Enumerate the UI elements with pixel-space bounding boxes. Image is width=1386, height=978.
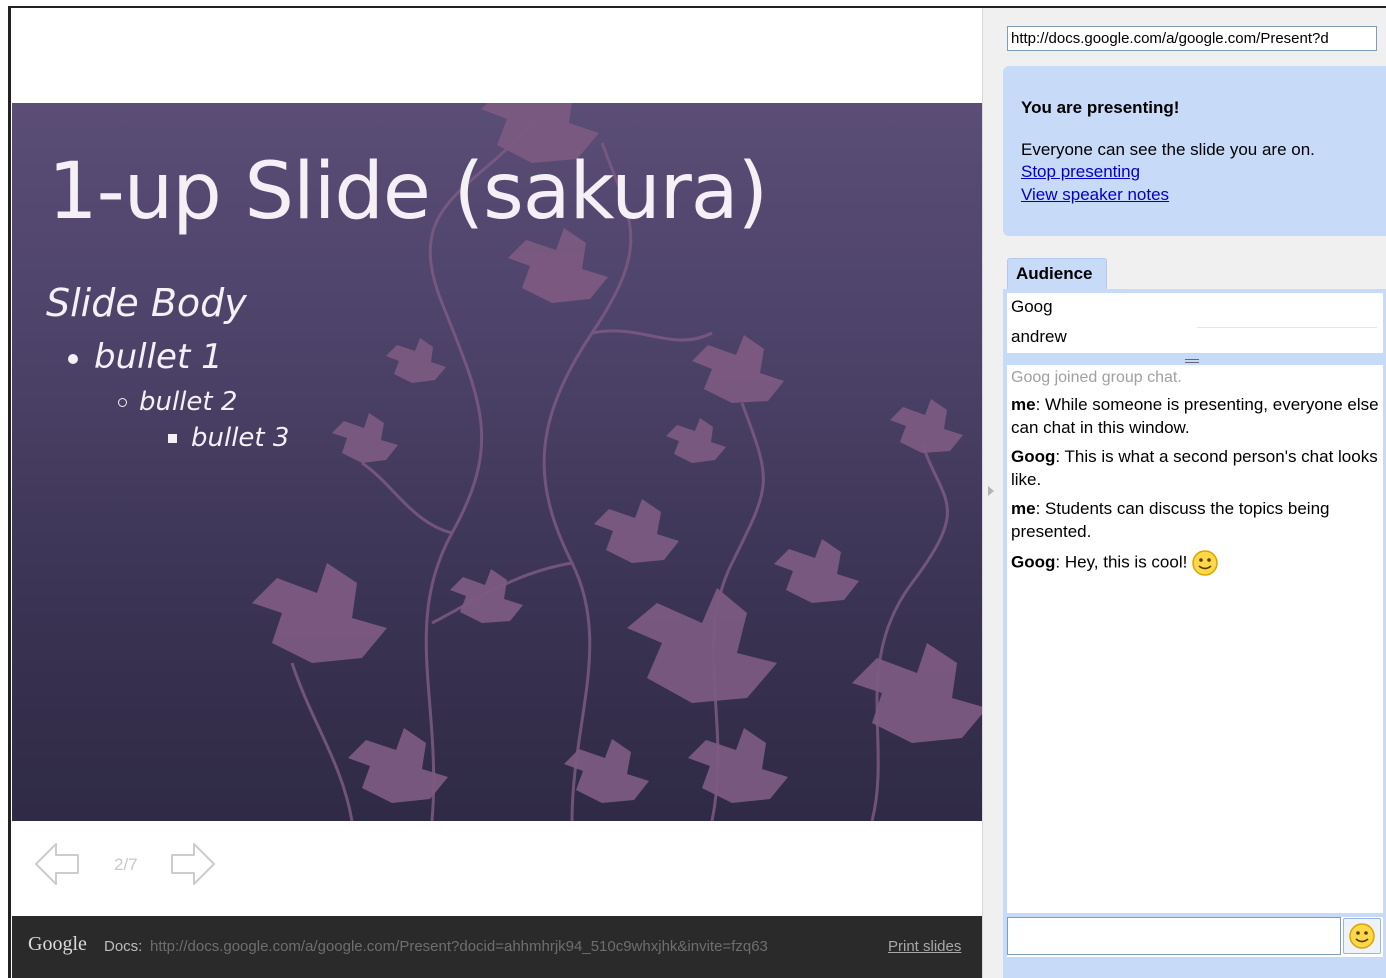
- document-url: http://docs.google.com/a/google.com/Pres…: [150, 938, 768, 955]
- slide-top-margin: [12, 8, 982, 103]
- smiley-icon: [1192, 550, 1219, 576]
- collapse-panel-icon[interactable]: [988, 486, 994, 496]
- chat-log: Goog joined group chat. me: While someon…: [1007, 365, 1383, 913]
- bullet-level-3: bullet 3: [168, 423, 289, 453]
- slide-title: 1-up Slide (sakura): [48, 147, 768, 237]
- view-speaker-notes-link[interactable]: View speaker notes: [1021, 185, 1169, 205]
- resize-splitter[interactable]: [1185, 359, 1199, 363]
- chat-message: Goog: Hey, this is cool!: [1011, 549, 1379, 577]
- chat-system-message: Goog joined group chat.: [1011, 369, 1182, 386]
- chat-sender: me: [1011, 499, 1036, 518]
- bullet-square-icon: [168, 434, 177, 443]
- bullet-2-text: bullet 2: [139, 387, 238, 417]
- tab-audience[interactable]: Audience: [1007, 258, 1107, 290]
- chat-input[interactable]: [1007, 917, 1341, 955]
- presenting-message: Everyone can see the slide you are on.: [1021, 140, 1315, 159]
- audience-list: Goog andrew: [1007, 293, 1383, 353]
- docs-label: Docs:: [104, 938, 143, 955]
- emoji-button[interactable]: [1343, 918, 1381, 954]
- right-arrow-icon[interactable]: [168, 841, 216, 887]
- stop-presenting-link[interactable]: Stop presenting: [1021, 162, 1140, 182]
- audience-member[interactable]: Goog: [1011, 297, 1053, 317]
- bullet-circle-icon: [118, 398, 127, 407]
- chat-text: : Hey, this is cool!: [1055, 552, 1188, 572]
- presenting-title: You are presenting!: [1021, 98, 1180, 117]
- audience-divider: [1197, 327, 1377, 328]
- bullet-3-text: bullet 3: [191, 423, 290, 453]
- bullet-1-text: bullet 1: [94, 337, 223, 377]
- chat-text: : Students can discuss the topics being …: [1011, 499, 1330, 541]
- chat-sender: Goog: [1011, 552, 1056, 572]
- slide-canvas: 1-up Slide (sakura) Slide Body bullet 1 …: [12, 103, 982, 821]
- page-indicator: 2/7: [114, 855, 138, 874]
- chat-sender: Goog: [1011, 447, 1056, 466]
- chat-text: : While someone is presenting, everyone …: [1011, 395, 1379, 437]
- audience-panel: Goog andrew Goog joined group chat. me: …: [1003, 289, 1386, 978]
- chat-message: Goog: This is what a second person's cha…: [1011, 445, 1379, 491]
- print-slides-link[interactable]: Print slides: [888, 938, 961, 955]
- audience-member[interactable]: andrew: [1011, 327, 1067, 347]
- footer-bar: Google Docs: http://docs.google.com/a/go…: [12, 916, 982, 978]
- chat-text: : This is what a second person's chat lo…: [1011, 447, 1378, 489]
- chat-sender: me: [1011, 395, 1036, 414]
- share-url-field[interactable]: http://docs.google.com/a/google.com/Pres…: [1007, 26, 1377, 51]
- chat-input-row: [1007, 917, 1383, 957]
- slide-body-heading: Slide Body: [46, 281, 247, 325]
- chat-message: me: While someone is presenting, everyon…: [1011, 393, 1379, 439]
- chat-message: me: Students can discuss the topics bein…: [1011, 497, 1379, 543]
- smiley-icon: [1349, 923, 1375, 949]
- google-logo: Google: [28, 933, 87, 955]
- bullet-level-2: bullet 2: [118, 387, 237, 417]
- presenting-notice: You are presenting! Everyone can see the…: [1003, 66, 1386, 236]
- bullet-dot-icon: [68, 353, 78, 364]
- bullet-level-1: bullet 1: [68, 337, 223, 377]
- side-panel: http://docs.google.com/a/google.com/Pres…: [982, 8, 1386, 978]
- left-arrow-icon[interactable]: [34, 841, 82, 887]
- slide-navigation: 2/7: [12, 821, 982, 916]
